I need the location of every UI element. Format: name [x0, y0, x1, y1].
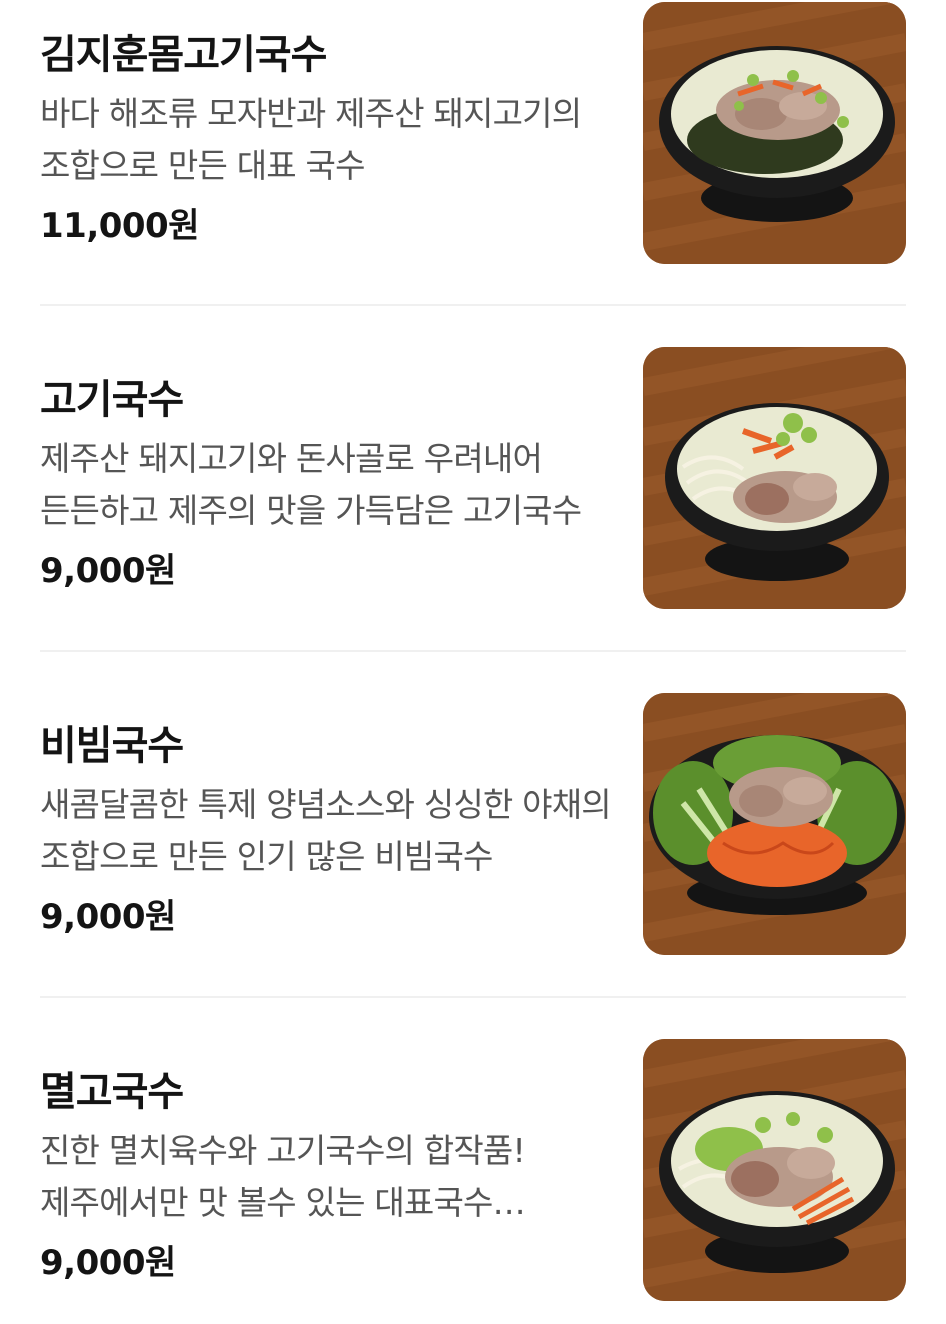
menu-item-description: 새콤달콤한 특제 양념소스와 싱싱한 야채의 조합으로 만든 인기 많은 비빔국…	[40, 785, 612, 876]
gogiguksu-photo	[643, 347, 906, 609]
divider	[40, 650, 906, 652]
menu-item-name: 멸고국수	[40, 1069, 184, 1115]
menu-item-description: 진한 멸치육수와 고기국수의 합작품! 제주에서만 맛 볼수 있는 대표국수 추…	[40, 1131, 526, 1222]
menu-item-myeolgoguksu[interactable]: 멸고국수 진한 멸치육수와 고기국수의 합작품! 제주에서만 맛 볼수 있는 대…	[40, 1039, 906, 1301]
menu-item-description: 제주산 돼지고기와 돈사골로 우려내어 든든하고 제주의 맛을 가득담은 고기국…	[40, 439, 582, 530]
menu-item-price: 9,000원	[40, 1243, 176, 1283]
menu-item-gogiguksu[interactable]: 고기국수 제주산 돼지고기와 돈사골로 우려내어 든든하고 제주의 맛을 가득담…	[40, 347, 906, 609]
menu-list: 김지훈몸고기국수 바다 해조류 모자반과 제주산 돼지고기의 조합으로 만든 대…	[0, 0, 946, 1324]
bibimguksu-photo	[643, 693, 906, 955]
menu-item-price: 11,000원	[40, 206, 199, 246]
divider	[40, 304, 906, 306]
menu-item-name: 김지훈몸고기국수	[40, 32, 327, 78]
menu-item-photo[interactable]	[643, 347, 906, 609]
menu-item-momguksu[interactable]: 김지훈몸고기국수 바다 해조류 모자반과 제주산 돼지고기의 조합으로 만든 대…	[40, 2, 906, 264]
menu-item-price: 9,000원	[40, 897, 176, 937]
menu-item-name: 고기국수	[40, 377, 184, 423]
myeolgoguksu-photo	[643, 1039, 906, 1301]
divider	[40, 996, 906, 998]
menu-item-name: 비빔국수	[40, 723, 184, 769]
menu-item-photo[interactable]	[643, 693, 906, 955]
menu-item-bibimguksu[interactable]: 비빔국수 새콤달콤한 특제 양념소스와 싱싱한 야채의 조합으로 만든 인기 많…	[40, 693, 906, 955]
menu-item-photo[interactable]	[643, 2, 906, 264]
momguksu-photo	[643, 2, 906, 264]
menu-item-price: 9,000원	[40, 551, 176, 591]
menu-item-photo[interactable]	[643, 1039, 906, 1301]
menu-item-description: 바다 해조류 모자반과 제주산 돼지고기의 조합으로 만든 대표 국수	[40, 94, 582, 185]
